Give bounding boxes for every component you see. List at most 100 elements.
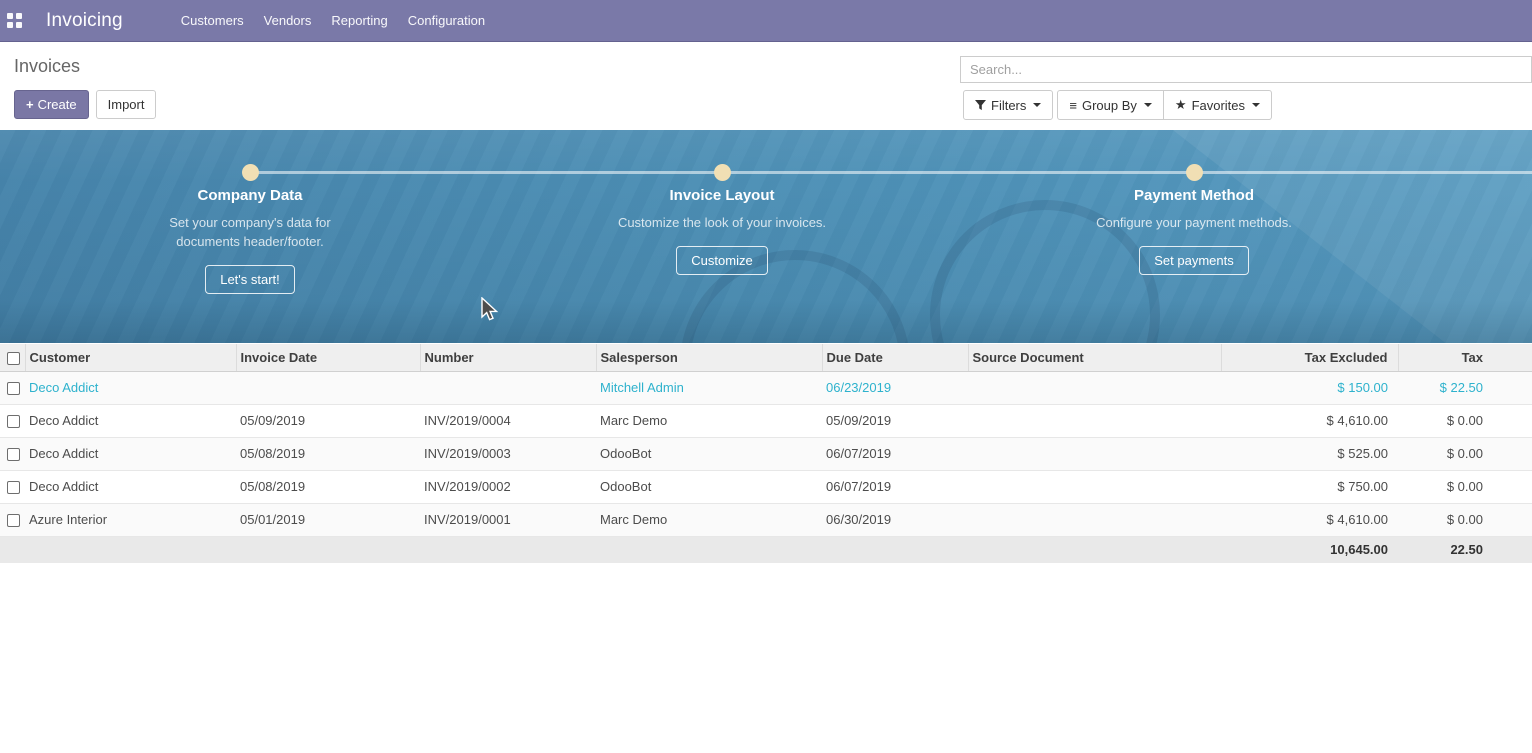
nav-item-customers[interactable]: Customers: [171, 0, 254, 42]
chevron-down-icon: [1144, 103, 1152, 107]
cell-salesperson: OdooBot: [600, 446, 651, 461]
cell-salesperson: OdooBot: [600, 479, 651, 494]
chevron-down-icon: [1252, 103, 1260, 107]
filters-button[interactable]: Filters: [963, 90, 1053, 120]
row-select-cell: [0, 470, 25, 503]
total-tax: 22.50: [1450, 542, 1483, 557]
apps-menu-icon[interactable]: [7, 13, 23, 29]
navbar-menu: Customers Vendors Reporting Configuratio…: [171, 0, 495, 42]
table-row[interactable]: Azure Interior 05/01/2019 INV/2019/0001 …: [0, 503, 1532, 536]
cell-tax: $ 0.00: [1447, 479, 1483, 494]
filter-funnel-icon: [975, 100, 986, 111]
cell-invoice-date: 05/08/2019: [240, 479, 305, 494]
star-icon: ★: [1175, 97, 1187, 113]
action-buttons: + Create Import: [14, 90, 156, 119]
cell-number: INV/2019/0003: [424, 446, 511, 461]
favorites-button[interactable]: ★ Favorites: [1163, 90, 1272, 120]
table-header-row: Customer Invoice Date Number Salesperson…: [0, 344, 1532, 371]
cell-tax-excluded: $ 150.00: [1337, 380, 1388, 395]
create-button-label: Create: [38, 97, 77, 112]
row-checkbox[interactable]: [7, 514, 20, 527]
column-header-number[interactable]: Number: [420, 344, 596, 371]
import-button[interactable]: Import: [96, 90, 157, 119]
cell-invoice-date: 05/01/2019: [240, 512, 305, 527]
row-checkbox[interactable]: [7, 448, 20, 461]
cell-due-date: 06/30/2019: [826, 512, 891, 527]
cell-tax-excluded: $ 750.00: [1337, 479, 1388, 494]
onboarding-banner: Company Data Set your company's data for…: [0, 130, 1532, 343]
set-payments-button[interactable]: Set payments: [1139, 246, 1249, 275]
plus-icon: +: [26, 97, 34, 112]
column-header-salesperson[interactable]: Salesperson: [596, 344, 822, 371]
column-header-due-date[interactable]: Due Date: [822, 344, 968, 371]
cell-customer: Deco Addict: [29, 446, 98, 461]
table-row[interactable]: Deco Addict 05/08/2019 INV/2019/0003 Odo…: [0, 437, 1532, 470]
cell-invoice-date: 05/09/2019: [240, 413, 305, 428]
step-dot-company-data: [242, 164, 259, 181]
column-header-tax[interactable]: Tax: [1398, 344, 1532, 371]
table-row[interactable]: Deco Addict 05/08/2019 INV/2019/0002 Odo…: [0, 470, 1532, 503]
column-header-source-document[interactable]: Source Document: [968, 344, 1221, 371]
cell-salesperson: Marc Demo: [600, 413, 667, 428]
lets-start-button[interactable]: Let's start!: [205, 265, 295, 294]
cell-invoice-date: 05/08/2019: [240, 446, 305, 461]
search-input[interactable]: [960, 56, 1532, 83]
row-checkbox[interactable]: [7, 415, 20, 428]
onboarding-step-invoice-layout: Invoice Layout Customize the look of you…: [562, 187, 882, 275]
top-navbar: Invoicing Customers Vendors Reporting Co…: [0, 0, 1532, 42]
onboarding-step-company-data: Company Data Set your company's data for…: [90, 187, 410, 294]
row-checkbox[interactable]: [7, 481, 20, 494]
cell-tax-excluded: $ 525.00: [1337, 446, 1388, 461]
nav-item-vendors[interactable]: Vendors: [254, 0, 322, 42]
total-tax-excluded: 10,645.00: [1330, 542, 1388, 557]
group-by-lines-icon: ≡: [1069, 98, 1077, 113]
nav-item-reporting[interactable]: Reporting: [321, 0, 397, 42]
cell-number: INV/2019/0001: [424, 512, 511, 527]
cell-customer: Deco Addict: [29, 413, 98, 428]
table-totals-row: 10,645.00 22.50: [0, 536, 1532, 563]
column-header-customer[interactable]: Customer: [25, 344, 236, 371]
import-button-label: Import: [108, 97, 145, 112]
cell-tax: $ 22.50: [1440, 380, 1483, 395]
table-row[interactable]: Deco Addict 05/09/2019 INV/2019/0004 Mar…: [0, 404, 1532, 437]
app-brand[interactable]: Invoicing: [46, 10, 123, 32]
step-description: Customize the look of your invoices.: [562, 213, 882, 232]
cell-salesperson: Marc Demo: [600, 512, 667, 527]
cell-customer: Deco Addict: [29, 380, 98, 395]
cell-number: INV/2019/0004: [424, 413, 511, 428]
table-row[interactable]: Deco Addict Mitchell Admin 06/23/2019 $ …: [0, 371, 1532, 404]
cell-due-date: 06/07/2019: [826, 446, 891, 461]
cell-tax: $ 0.00: [1447, 413, 1483, 428]
cell-tax-excluded: $ 4,610.00: [1327, 413, 1388, 428]
cell-due-date: 06/23/2019: [826, 380, 891, 395]
chevron-down-icon: [1033, 103, 1041, 107]
row-select-cell: [0, 404, 25, 437]
search-filter-bar: Filters ≡ Group By ★ Favorites: [963, 90, 1272, 120]
row-select-cell: [0, 371, 25, 404]
cell-tax-excluded: $ 4,610.00: [1327, 512, 1388, 527]
create-button[interactable]: + Create: [14, 90, 89, 119]
cell-tax: $ 0.00: [1447, 512, 1483, 527]
customize-button[interactable]: Customize: [676, 246, 767, 275]
cell-due-date: 06/07/2019: [826, 479, 891, 494]
cell-due-date: 05/09/2019: [826, 413, 891, 428]
step-description: Configure your payment methods.: [1034, 213, 1354, 232]
row-select-cell: [0, 503, 25, 536]
select-all-header: [0, 344, 25, 371]
column-header-tax-excluded[interactable]: Tax Excluded: [1221, 344, 1398, 371]
favorites-button-label: Favorites: [1192, 98, 1245, 113]
page-title: Invoices: [14, 56, 80, 77]
cell-salesperson: Mitchell Admin: [600, 380, 684, 395]
step-title: Payment Method: [1034, 187, 1354, 205]
onboarding-step-payment-method: Payment Method Configure your payment me…: [1034, 187, 1354, 275]
select-all-checkbox[interactable]: [7, 352, 20, 365]
step-dot-invoice-layout: [714, 164, 731, 181]
group-by-button[interactable]: ≡ Group By: [1057, 90, 1164, 120]
nav-item-configuration[interactable]: Configuration: [398, 0, 495, 42]
row-select-cell: [0, 437, 25, 470]
step-description: Set your company's data for documents he…: [90, 213, 410, 251]
row-checkbox[interactable]: [7, 382, 20, 395]
column-header-invoice-date[interactable]: Invoice Date: [236, 344, 420, 371]
onboarding-progress-line: [250, 171, 1532, 174]
filters-button-label: Filters: [991, 98, 1026, 113]
